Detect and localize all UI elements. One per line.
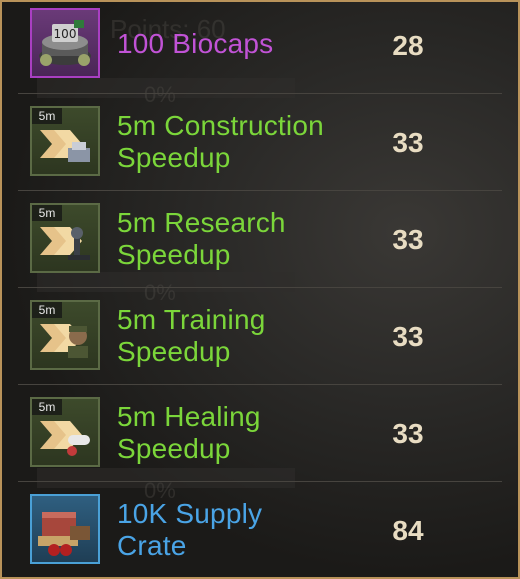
reward-points: 28 [392, 30, 424, 61]
reward-row[interactable]: 100 100 Biocaps 28 [18, 2, 502, 94]
duration-badge: 5m [32, 302, 62, 318]
construction-speedup-icon: 5m [30, 106, 100, 176]
reward-name-line1: 10K Supply [117, 498, 263, 529]
reward-panel: Points: 60 0% 0% 0% 100 100 Biocaps 28 5… [0, 0, 520, 579]
training-speedup-icon: 5m [30, 300, 100, 370]
biocaps-icon: 100 [30, 8, 100, 78]
supply-crate-icon [30, 494, 100, 564]
research-speedup-icon: 5m [30, 203, 100, 273]
reward-name-line2: Speedup [117, 239, 231, 270]
reward-list: 100 100 Biocaps 28 5m 5m Construction Sp… [18, 2, 502, 577]
reward-points: 33 [392, 418, 424, 449]
reward-row[interactable]: 5m 5m Healing Speedup 33 [18, 385, 502, 482]
reward-name-line1: 5m Research [117, 207, 286, 238]
duration-badge: 5m [32, 205, 62, 221]
reward-points: 33 [392, 127, 424, 158]
reward-name-line2: Speedup [117, 433, 231, 464]
reward-row[interactable]: 10K Supply Crate 84 [18, 482, 502, 577]
reward-name-line1: 5m Construction [117, 110, 324, 141]
reward-points: 33 [392, 321, 424, 352]
reward-name-line2: Speedup [117, 336, 231, 367]
reward-name-line1: 5m Training [117, 304, 266, 335]
reward-name: 100 Biocaps [117, 28, 274, 59]
reward-row[interactable]: 5m 5m Research Speedup 33 [18, 191, 502, 288]
svg-text:100: 100 [54, 27, 77, 41]
reward-points: 33 [392, 224, 424, 255]
reward-row[interactable]: 5m 5m Construction Speedup 33 [18, 94, 502, 191]
reward-name-line2: Crate [117, 530, 187, 561]
reward-points: 84 [392, 515, 424, 546]
reward-name-line2: Speedup [117, 142, 231, 173]
reward-name-line1: 5m Healing [117, 401, 261, 432]
duration-badge: 5m [32, 399, 62, 415]
duration-badge: 5m [32, 108, 62, 124]
reward-row[interactable]: 5m 5m Training Speedup 33 [18, 288, 502, 385]
healing-speedup-icon: 5m [30, 397, 100, 467]
